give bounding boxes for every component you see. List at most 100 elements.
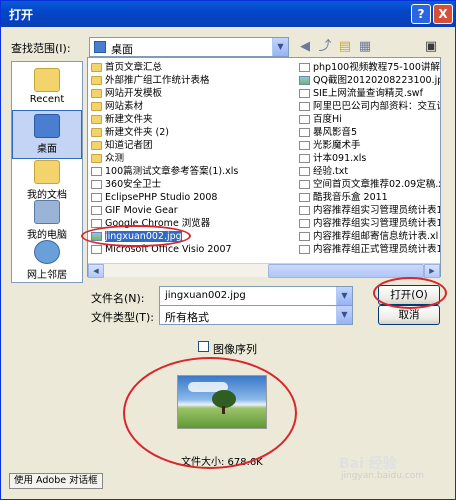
shortcut-icon	[299, 193, 310, 202]
desktop-small-icon	[94, 41, 106, 53]
spreadsheet-icon	[299, 232, 310, 241]
list-item[interactable]: QQ截图20120208223100.jpg	[298, 74, 440, 87]
list-item[interactable]: 经验.txt	[298, 165, 440, 178]
image-sequence-checkbox[interactable]	[198, 341, 209, 352]
list-item[interactable]: Google Chrome 浏览器	[90, 217, 295, 230]
list-item[interactable]: 新建文件夹 (2)	[90, 126, 295, 139]
file-name: 计本091.xls	[313, 153, 367, 164]
text-file-icon	[299, 167, 310, 176]
file-name: 众测	[105, 153, 125, 164]
filetype-value: 所有格式	[165, 311, 209, 324]
list-item[interactable]: 360安全卫士	[90, 178, 295, 191]
spreadsheet-icon	[299, 154, 310, 163]
file-name: SIE上网流量查询精灵.swf	[313, 88, 423, 99]
list-item[interactable]: 网站素材	[90, 100, 295, 113]
folder-icon	[91, 141, 102, 150]
shortcut-icon	[91, 245, 102, 254]
list-item[interactable]: 内容推荐组实习管理员统计表1	[298, 217, 440, 230]
list-item[interactable]: 众测	[90, 152, 295, 165]
spreadsheet-icon	[299, 245, 310, 254]
list-item[interactable]: EclipsePHP Studio 2008	[90, 191, 295, 204]
file-name: 经验.txt	[313, 166, 349, 177]
place-my-computer[interactable]: 我的电脑	[12, 200, 82, 241]
list-item[interactable]: 内容推荐组邮寄信息统计表.xl	[298, 230, 440, 243]
recent-folder-icon	[34, 68, 60, 92]
help-button[interactable]: ?	[411, 4, 431, 24]
places-bar: Recent 桌面 我的文档 我的电脑 网上邻居	[11, 61, 83, 283]
list-item[interactable]: 网站开发模板	[90, 87, 295, 100]
place-my-documents[interactable]: 我的文档	[12, 160, 82, 201]
folder-icon	[91, 154, 102, 163]
file-name: 外部推广组工作统计表格	[105, 75, 210, 86]
chevron-down-icon[interactable]: ▼	[336, 306, 352, 324]
chevron-down-icon[interactable]: ▼	[272, 38, 288, 56]
list-item[interactable]: 外部推广组工作统计表格	[90, 74, 295, 87]
list-item[interactable]: 百度Hi	[298, 113, 440, 126]
list-item[interactable]: SIE上网流量查询精灵.swf	[298, 87, 440, 100]
list-item[interactable]: 酷我音乐盒 2011	[298, 191, 440, 204]
place-recent[interactable]: Recent	[12, 68, 82, 105]
file-name: 内容推荐组正式管理员统计表1	[313, 244, 441, 255]
list-item[interactable]: php100视频教程75-100讲解压	[298, 61, 440, 74]
tools-icon[interactable]: ▣	[423, 39, 439, 55]
list-item-selected[interactable]: jingxuan002.jpg	[90, 230, 295, 243]
place-desktop[interactable]: 桌面	[12, 110, 82, 159]
folder-icon	[91, 102, 102, 111]
back-icon[interactable]: ◀	[297, 39, 313, 55]
place-network[interactable]: 网上邻居	[12, 240, 82, 281]
horizontal-scrollbar[interactable]: ◀ ▶	[88, 263, 440, 278]
list-item[interactable]: 新建文件夹	[90, 113, 295, 126]
close-button[interactable]: X	[433, 4, 453, 24]
list-item[interactable]: 知道记者团	[90, 139, 295, 152]
folder-icon	[91, 128, 102, 137]
watermark: Bai 经验 jingyan.baidu.com	[339, 456, 424, 481]
file-name: 新建文件夹	[105, 114, 153, 125]
image-preview	[177, 375, 267, 429]
use-adobe-dialog-button[interactable]: 使用 Adobe 对话框	[9, 473, 103, 489]
list-item[interactable]: 内容推荐组实习管理员统计表1	[298, 204, 440, 217]
cancel-button[interactable]: 取消	[378, 305, 440, 325]
image-sequence-label: 图像序列	[213, 343, 257, 356]
open-dialog: 打开 ? X 查找范围(I): 桌面 ▼ ◀ ⤴ ▤ ▦ ▣ Recent 桌面…	[0, 0, 456, 500]
shortcut-icon	[299, 115, 310, 124]
preview-trunk	[222, 406, 225, 414]
chevron-down-icon[interactable]: ▼	[336, 287, 352, 305]
file-name: Microsoft Office Visio 2007	[105, 244, 232, 255]
file-name: Google Chrome 浏览器	[105, 218, 211, 229]
list-item[interactable]: 阿里巴巴公司内部资料：交互设	[298, 100, 440, 113]
file-name: 网站素材	[105, 101, 144, 112]
shortcut-icon	[91, 180, 102, 189]
filetype-select[interactable]: 所有格式 ▼	[159, 305, 353, 325]
scroll-left-icon[interactable]: ◀	[88, 264, 104, 278]
list-item[interactable]: 暴风影音5	[298, 126, 440, 139]
list-item[interactable]: Microsoft Office Visio 2007	[90, 243, 295, 256]
spreadsheet-icon	[299, 206, 310, 215]
list-item[interactable]: 光影魔术手	[298, 139, 440, 152]
my-computer-icon	[34, 200, 60, 224]
file-column-right: php100视频教程75-100讲解压 QQ截图20120208223100.j…	[298, 61, 441, 256]
file-list[interactable]: 首页文章汇总 外部推广组工作统计表格 网站开发模板 网站素材 新建文件夹 新建文…	[87, 57, 441, 277]
list-item[interactable]: 计本091.xls	[298, 152, 440, 165]
list-item[interactable]: 100篇测试文章参考答案(1).xls	[90, 165, 295, 178]
place-network-label: 网上邻居	[27, 270, 67, 281]
new-folder-icon[interactable]: ▤	[337, 39, 353, 55]
list-item[interactable]: 内容推荐组正式管理员统计表1	[298, 243, 441, 256]
scroll-right-icon[interactable]: ▶	[424, 264, 440, 278]
list-item[interactable]: 空间首页文章推荐02.09定稿.x	[298, 178, 440, 191]
shortcut-icon	[91, 219, 102, 228]
view-menu-icon[interactable]: ▦	[357, 39, 373, 55]
title-bar[interactable]: 打开 ? X	[1, 1, 455, 27]
open-button[interactable]: 打开(O)	[378, 285, 440, 305]
filename-label: 文件名(N):	[91, 292, 145, 305]
look-in-combo[interactable]: 桌面 ▼	[89, 37, 289, 57]
list-item[interactable]: 首页文章汇总	[90, 61, 295, 74]
scroll-thumb[interactable]	[268, 264, 424, 278]
up-folder-icon[interactable]: ⤴	[317, 39, 333, 55]
filename-input[interactable]: jingxuan002.jpg ▼	[159, 286, 353, 306]
shortcut-icon	[299, 128, 310, 137]
list-item[interactable]: GIF Movie Gear	[90, 204, 295, 217]
place-desktop-label: 桌面	[37, 144, 57, 155]
file-name: 网站开发模板	[105, 88, 163, 99]
my-documents-icon	[34, 160, 60, 184]
folder-icon	[91, 76, 102, 85]
